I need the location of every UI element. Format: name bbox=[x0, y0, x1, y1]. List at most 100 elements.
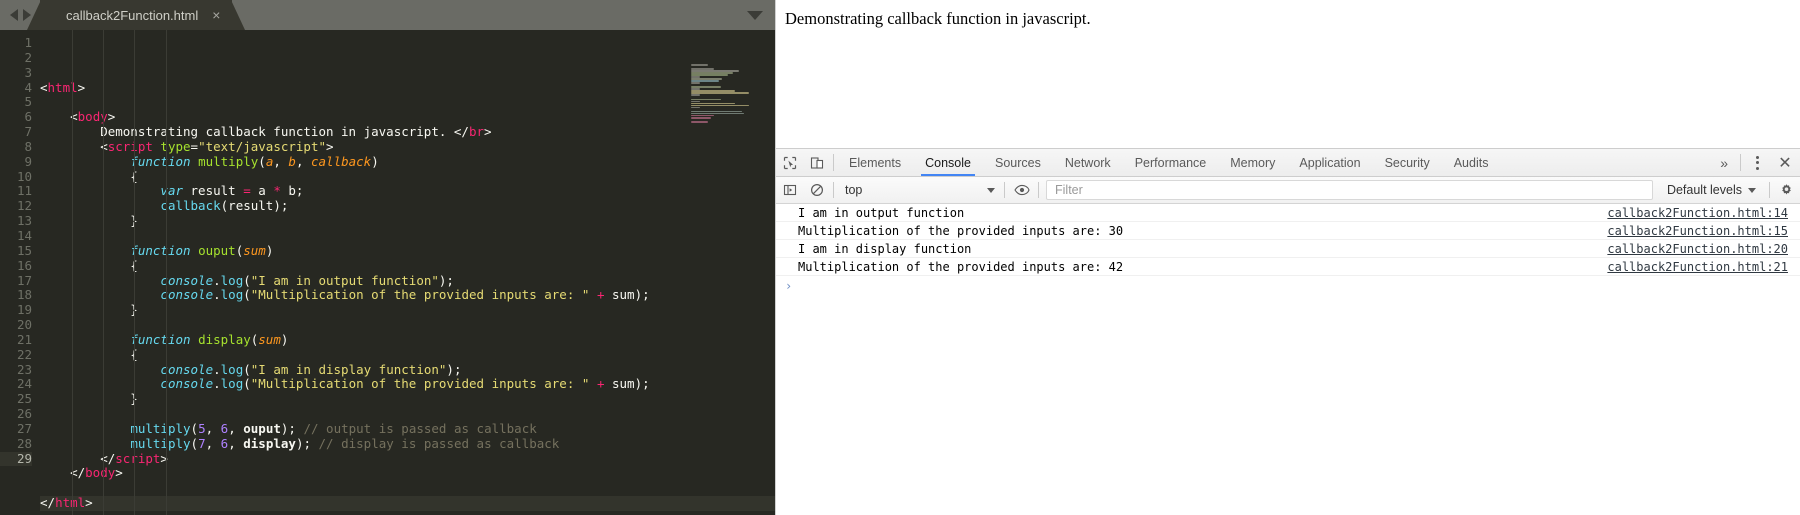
code-line: { bbox=[40, 346, 138, 362]
devtools-tab-security[interactable]: Security bbox=[1373, 149, 1442, 176]
code-line: multiply(5, 6, ouput); // output is pass… bbox=[130, 420, 537, 436]
code-editor-pane: callback2Function.html × 1 2 3 4 5 6 7 8 9 10 11 12… bbox=[0, 0, 775, 515]
minimap-row bbox=[691, 106, 701, 109]
line-number: 2 bbox=[24, 49, 32, 65]
log-levels-select[interactable]: Default levels bbox=[1657, 177, 1766, 203]
chevron-down-icon bbox=[747, 10, 763, 20]
devtools-tab-application[interactable]: Application bbox=[1287, 149, 1372, 176]
toolbar-divider-right bbox=[1740, 154, 1741, 171]
toolbar-divider bbox=[833, 154, 834, 171]
filterbar-divider-3 bbox=[1038, 182, 1039, 198]
more-tabs-button[interactable]: » bbox=[1711, 149, 1737, 176]
log-levels-value: Default levels bbox=[1666, 183, 1742, 197]
code-line: </script> bbox=[40, 450, 168, 466]
code-line: { bbox=[40, 257, 138, 273]
chevron-down-icon bbox=[1748, 187, 1756, 193]
execution-context-select[interactable]: top bbox=[837, 177, 1001, 203]
code-line: function ouput(sum) bbox=[130, 242, 274, 258]
console-sidebar-icon[interactable] bbox=[776, 177, 803, 203]
close-icon[interactable]: × bbox=[212, 8, 220, 22]
line-number: 6 bbox=[24, 109, 32, 125]
line-number-gutter: 1 2 3 4 5 6 7 8 9 10 11 12 13 14 15 16 17 18 19 20 21 22 23 24 2… bbox=[0, 30, 40, 515]
live-expression-icon[interactable] bbox=[1008, 177, 1035, 203]
line-number: 21 bbox=[16, 331, 32, 347]
devtools-toolbar: Elements Console Sources Network Performance… bbox=[776, 149, 1800, 177]
close-icon[interactable]: ✕ bbox=[1770, 149, 1800, 176]
screen-root: callback2Function.html × 1 2 3 4 5 6 7 8 9 10 11 12… bbox=[0, 0, 1800, 515]
clear-console-icon[interactable] bbox=[803, 177, 830, 203]
code-area[interactable]: 1 2 3 4 5 6 7 8 9 10 11 12 13 14 15 16 17 18 19 20 21 22 23 24 2… bbox=[0, 30, 775, 515]
line-number: 20 bbox=[16, 317, 32, 333]
console-source-link[interactable]: callback2Function.html:15 bbox=[1607, 224, 1794, 238]
code-line: } bbox=[40, 213, 138, 229]
line-number: 12 bbox=[16, 198, 32, 214]
console-message-row: Multiplication of the provided inputs ar… bbox=[776, 258, 1800, 276]
devtools-panel: Elements Console Sources Network Performance… bbox=[776, 148, 1800, 515]
arrow-left-icon[interactable] bbox=[9, 9, 18, 21]
line-number: 5 bbox=[24, 94, 32, 110]
code-line: callback(result); bbox=[160, 198, 289, 214]
line-number: 27 bbox=[16, 420, 32, 436]
line-number: 9 bbox=[24, 153, 32, 169]
line-number: 24 bbox=[16, 376, 32, 392]
code-line: } bbox=[40, 391, 138, 407]
console-source-link[interactable]: callback2Function.html:21 bbox=[1607, 260, 1794, 274]
devtools-tab-performance[interactable]: Performance bbox=[1123, 149, 1219, 176]
console-filter-input[interactable]: Filter bbox=[1046, 180, 1653, 200]
line-number: 10 bbox=[16, 168, 32, 184]
console-message-row: Multiplication of the provided inputs ar… bbox=[776, 222, 1800, 240]
gear-icon[interactable] bbox=[1773, 177, 1800, 203]
kebab-menu-icon[interactable] bbox=[1744, 149, 1770, 176]
line-number: 19 bbox=[16, 302, 32, 318]
browser-pane: Demonstrating callback function in javas… bbox=[775, 0, 1800, 515]
console-source-link[interactable]: callback2Function.html:20 bbox=[1607, 242, 1794, 256]
code-content[interactable]: <html> <body> Demonstrating callback fun… bbox=[40, 30, 775, 515]
devtools-tab-console[interactable]: Console bbox=[913, 149, 983, 176]
line-number: 1 bbox=[24, 35, 32, 50]
code-lines: <html> <body> Demonstrating callback fun… bbox=[40, 80, 775, 511]
devtools-tab-network[interactable]: Network bbox=[1053, 149, 1123, 176]
inspect-element-icon[interactable] bbox=[776, 149, 803, 176]
devtools-tab-sources[interactable]: Sources bbox=[983, 149, 1053, 176]
code-line: function display(sum) bbox=[130, 331, 289, 347]
filterbar-divider-4 bbox=[1769, 182, 1770, 198]
tab-bar-filler bbox=[232, 0, 735, 30]
devtools-tab-list: Elements Console Sources Network Performance… bbox=[837, 149, 1711, 176]
prompt-chevron-icon: › bbox=[785, 279, 793, 293]
code-line: </html> bbox=[40, 495, 775, 511]
code-line: multiply(7, 6, display); // display is p… bbox=[130, 435, 560, 451]
line-number: 3 bbox=[24, 64, 32, 80]
minimap-row bbox=[691, 82, 701, 84]
line-number: 18 bbox=[16, 287, 32, 303]
minimap-row bbox=[691, 100, 701, 103]
console-source-link[interactable]: callback2Function.html:14 bbox=[1607, 206, 1794, 220]
code-line: var result = a * b; bbox=[160, 183, 304, 199]
devtools-tab-memory[interactable]: Memory bbox=[1218, 149, 1287, 176]
console-message-text: I am in output function bbox=[798, 205, 965, 220]
line-number: 8 bbox=[24, 138, 32, 154]
line-number: 17 bbox=[16, 272, 32, 288]
devtools-tab-elements[interactable]: Elements bbox=[837, 149, 913, 176]
editor-tab-label: callback2Function.html bbox=[66, 7, 199, 23]
minimap-row bbox=[691, 116, 712, 119]
tab-overflow-menu-button[interactable] bbox=[735, 0, 775, 30]
editor-tab-callback2function[interactable]: callback2Function.html × bbox=[26, 0, 246, 30]
rendered-page-view: Demonstrating callback function in javas… bbox=[776, 0, 1800, 148]
console-message-list[interactable]: I am in output function callback2Function… bbox=[776, 204, 1800, 515]
minimap-row bbox=[691, 94, 701, 97]
chevron-down-icon bbox=[987, 187, 995, 193]
code-line: { bbox=[40, 168, 138, 184]
line-number: 25 bbox=[16, 391, 32, 407]
code-line: <body> bbox=[40, 109, 116, 125]
line-number: 23 bbox=[16, 361, 32, 377]
console-message-text: Multiplication of the provided inputs ar… bbox=[798, 259, 1124, 274]
device-toolbar-icon[interactable] bbox=[803, 149, 830, 176]
code-minimap[interactable] bbox=[691, 64, 769, 123]
console-input-prompt[interactable]: › bbox=[776, 276, 1800, 296]
minimap-row bbox=[691, 98, 721, 101]
devtools-tab-audits[interactable]: Audits bbox=[1442, 149, 1501, 176]
